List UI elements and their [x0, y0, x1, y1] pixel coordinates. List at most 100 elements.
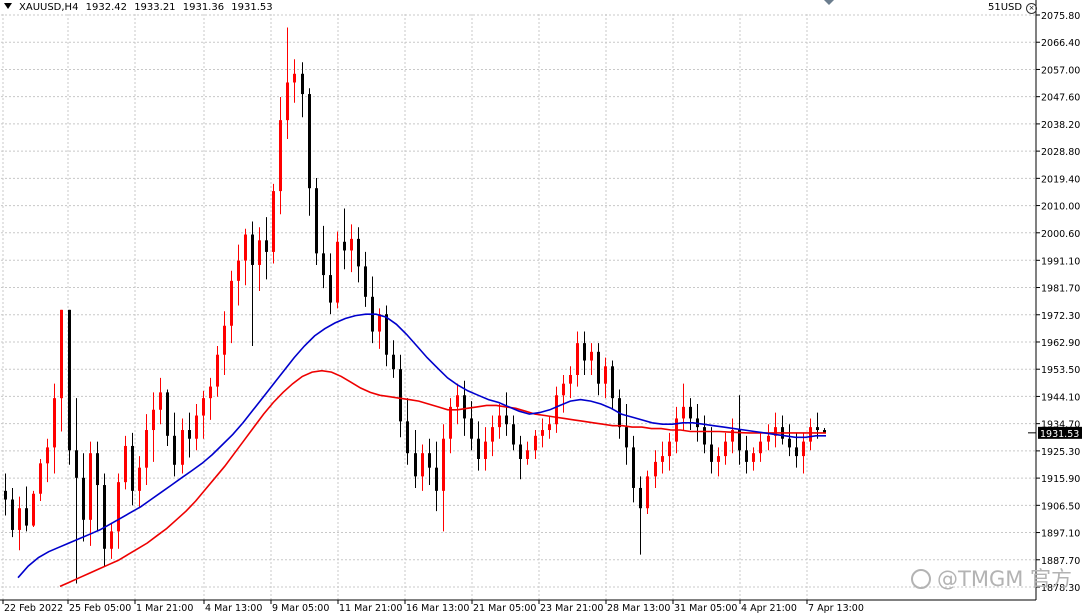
candle-body [463, 395, 466, 419]
y-tick-label: 1972.30 [1041, 311, 1080, 322]
x-tick-label: 4 Mar 13:00 [205, 603, 262, 614]
candle-body [752, 453, 755, 462]
candle-body [18, 508, 21, 530]
candle-body [576, 343, 579, 375]
x-tick-label: 21 Mar 05:00 [473, 603, 536, 614]
candle-body [745, 450, 748, 462]
candle-body [145, 430, 148, 468]
candle-body [583, 343, 586, 361]
candle-body [759, 441, 762, 454]
logo-icon [911, 569, 931, 589]
y-tick-label: 2047.60 [1041, 93, 1080, 104]
candle-body [216, 354, 219, 387]
candle-body [166, 392, 169, 436]
candle-body [46, 447, 49, 464]
candle-body [816, 427, 819, 431]
candle-body [159, 392, 162, 410]
y-tick-label: 2038.20 [1041, 120, 1080, 131]
x-tick-label: 28 Mar 13:00 [607, 603, 670, 614]
candle-body [251, 234, 254, 265]
y-tick-label: 2057.00 [1041, 65, 1080, 76]
candle-body [60, 309, 63, 399]
chart-shift-marker[interactable] [824, 0, 834, 5]
candle-body [646, 476, 649, 509]
candle-body [293, 73, 296, 83]
candle-body [505, 415, 508, 425]
candle-body [378, 314, 381, 332]
candle-body [209, 386, 212, 399]
candle-body [53, 398, 56, 448]
candle-body [534, 435, 537, 451]
y-tick-label: 2066.40 [1041, 38, 1080, 49]
candle-body [512, 424, 515, 445]
candle-body [322, 253, 325, 276]
candle-body [498, 415, 501, 428]
candle-body [632, 447, 635, 488]
candle-body [548, 424, 551, 431]
candle-body [661, 456, 664, 462]
candle-body [195, 415, 198, 439]
candle-body [244, 234, 247, 261]
x-tick-label: 25 Feb 05:00 [69, 603, 131, 614]
symbol-dropdown-icon[interactable] [4, 3, 12, 9]
candle-body [343, 241, 346, 251]
candle-body [541, 430, 544, 436]
candle-body [639, 487, 642, 509]
close-chart-icon[interactable]: × [1026, 3, 1038, 14]
x-tick-label: 31 Mar 05:00 [674, 603, 737, 614]
symbol-label: XAUUSD,H4 [19, 2, 79, 13]
candle-body [625, 427, 628, 448]
x-tick-label: 23 Mar 21:00 [540, 603, 603, 614]
y-tick-label: 1897.10 [1041, 529, 1080, 540]
low-value: 1931.36 [182, 2, 225, 13]
candle-body [279, 120, 282, 192]
candle-body [188, 430, 191, 439]
candle-body [110, 531, 113, 549]
candle-body [724, 441, 727, 457]
candle-body [237, 260, 240, 281]
candle-body [477, 438, 480, 459]
candle-body [265, 240, 268, 252]
candle-body [406, 421, 409, 454]
price-chart[interactable]: 2075.80 2066.40 2057.00 2047.60 2038.20 2028.… [0, 0, 1086, 616]
candle-body [336, 241, 339, 303]
candle-body [562, 383, 565, 396]
candle-body [809, 427, 812, 442]
candle-body [654, 461, 657, 477]
candle-body [181, 430, 184, 465]
x-tick-label: 11 Mar 21:00 [339, 603, 402, 614]
y-tick-label: 1981.70 [1041, 284, 1080, 295]
candle-body [399, 369, 402, 422]
candle-body [103, 485, 106, 549]
y-tick-label: 1953.50 [1041, 365, 1080, 376]
candle-body [710, 444, 713, 462]
x-tick-label: 9 Mar 05:00 [272, 603, 329, 614]
candle-body [555, 395, 558, 425]
candle-body [569, 374, 572, 384]
open-value: 1932.42 [85, 2, 127, 13]
x-tick-label: 1 Mar 21:00 [136, 603, 193, 614]
y-tick-label: 1906.50 [1041, 501, 1080, 512]
candle-body [138, 467, 141, 491]
candle-body [152, 409, 155, 431]
y-tick-label: 1915.90 [1041, 474, 1080, 485]
candle-body [449, 406, 452, 439]
candle-body [767, 435, 770, 442]
last-price-label: 1931.53 [1040, 429, 1079, 440]
candle-body [124, 445, 127, 483]
high-value: 1933.21 [134, 2, 176, 13]
account-value: 51USD [988, 2, 1023, 13]
candle-body [329, 275, 332, 303]
candle-body [301, 73, 304, 95]
x-tick-label: 22 Feb 2022 [4, 603, 63, 614]
y-tick-label: 2000.60 [1041, 229, 1080, 240]
candle-body [435, 467, 438, 491]
candle-body [11, 499, 14, 530]
candle-body [442, 438, 445, 491]
x-tick-label: 16 Mar 13:00 [406, 603, 469, 614]
candle-body [392, 354, 395, 370]
y-tick-label: 1991.10 [1041, 256, 1080, 267]
candle-body [414, 453, 417, 477]
close-value: 1931.53 [231, 2, 273, 13]
candle-body [202, 398, 205, 416]
